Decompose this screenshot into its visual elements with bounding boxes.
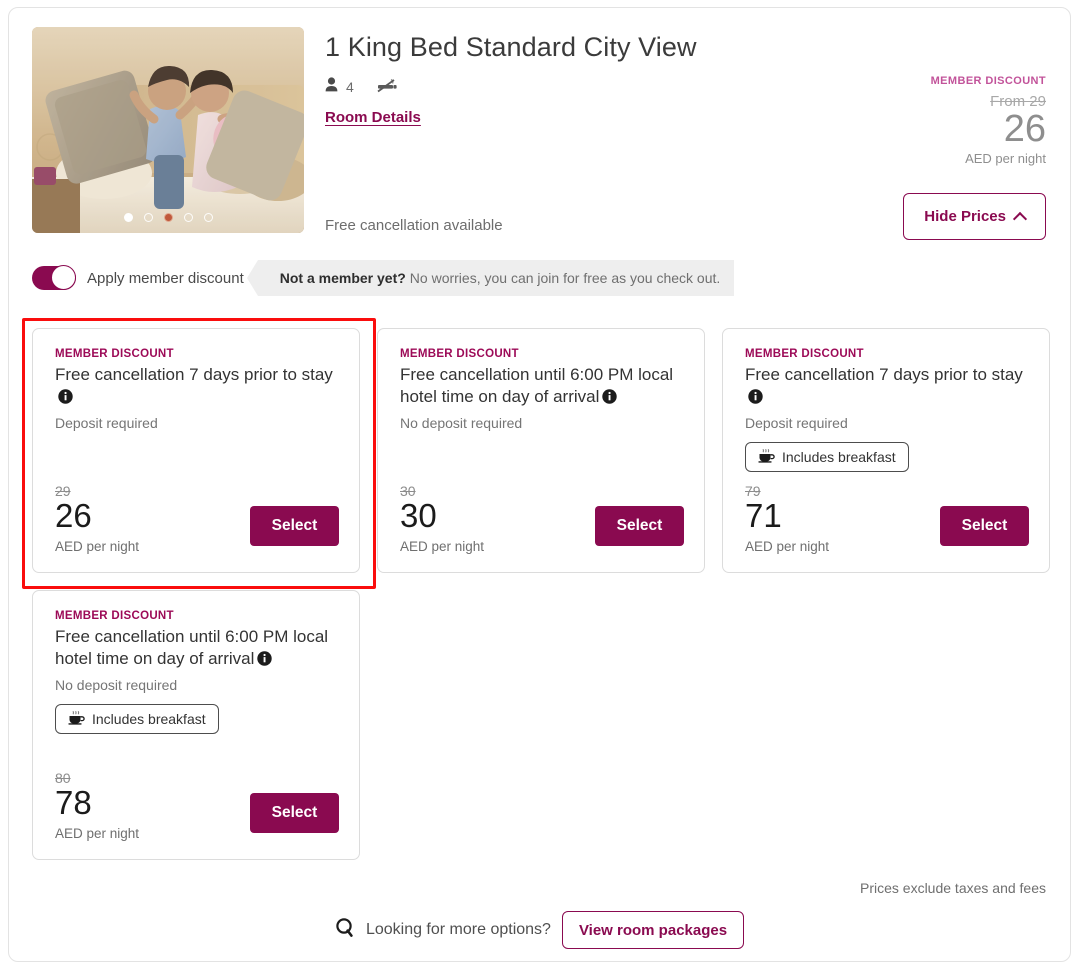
not-a-member-banner: Not a member yet? No worries, you can jo… [246, 260, 735, 296]
cancellation-policy-text: Free cancellation until 6:00 PM local ho… [400, 364, 684, 410]
free-cancellation-note: Free cancellation available [325, 217, 503, 234]
member-discount-label: MEMBER DISCOUNT [55, 348, 174, 360]
rate-price-block: 29 26 AED per night [55, 483, 139, 554]
member-discount-label: MEMBER DISCOUNT [55, 610, 174, 622]
prices-exclude-note: Prices exclude taxes and fees [860, 880, 1046, 896]
no-smoking-icon [376, 77, 398, 98]
coffee-cup-icon [758, 448, 775, 466]
carousel-dots[interactable] [32, 213, 304, 222]
rate-option-wrapper-4: MEMBER DISCOUNT Free cancellation until … [32, 590, 360, 860]
room-header: 1 King Bed Standard City View 4 Room Det… [9, 8, 1070, 248]
rate-option-wrapper-1: MEMBER DISCOUNT Free cancellation 7 days… [22, 318, 376, 589]
view-room-packages-button[interactable]: View room packages [561, 911, 745, 949]
includes-breakfast-badge: Includes breakfast [55, 704, 219, 734]
hide-prices-label: Hide Prices [924, 208, 1006, 225]
page-title: 1 King Bed Standard City View [325, 32, 697, 62]
search-icon [335, 917, 355, 943]
more-options-row: Looking for more options? View room pack… [9, 911, 1070, 949]
info-icon[interactable] [257, 650, 273, 672]
toggle-knob [51, 265, 76, 290]
rate-card[interactable]: MEMBER DISCOUNT Free cancellation until … [377, 328, 705, 573]
room-photo-image [32, 27, 304, 233]
deposit-note: Deposit required [55, 415, 158, 431]
discounted-price: 26 [55, 497, 92, 534]
hide-prices-button[interactable]: Hide Prices [903, 193, 1046, 240]
includes-breakfast-label: Includes breakfast [92, 711, 206, 727]
deposit-note: No deposit required [55, 677, 178, 693]
carousel-dot-4[interactable] [183, 213, 193, 222]
info-icon[interactable] [602, 388, 618, 410]
member-discount-row: Apply member discount Not a member yet? … [32, 260, 735, 296]
info-icon[interactable] [748, 388, 763, 410]
page-root: 1 King Bed Standard City View 4 Room Det… [0, 0, 1080, 969]
member-discount-label: MEMBER DISCOUNT [400, 348, 519, 360]
currency-note: AED per night [745, 539, 830, 554]
more-options-label: Looking for more options? [365, 921, 551, 938]
select-button[interactable]: Select [250, 793, 339, 833]
room-details-link[interactable]: Room Details [325, 109, 421, 126]
select-button[interactable]: Select [250, 506, 339, 546]
info-icon[interactable] [58, 388, 73, 410]
currency-note: AED per night [55, 539, 140, 554]
cancellation-policy-text: Free cancellation until 6:00 PM local ho… [55, 626, 339, 672]
banner-text: No worries, you can join for free as you… [409, 270, 721, 286]
rate-price-block: 79 71 AED per night [745, 483, 829, 554]
cancellation-policy-text: Free cancellation 7 days prior to stay [745, 364, 1029, 410]
includes-breakfast-label: Includes breakfast [782, 449, 896, 465]
rate-option-wrapper-3: MEMBER DISCOUNT Free cancellation 7 days… [722, 328, 1050, 573]
room-meta-row: 4 [325, 77, 925, 97]
discounted-price: 78 [55, 784, 92, 821]
rate-options-grid: MEMBER DISCOUNT Free cancellation 7 days… [22, 318, 1052, 860]
member-discount-label: MEMBER DISCOUNT [745, 348, 864, 360]
carousel-dot-2[interactable] [143, 213, 153, 222]
includes-breakfast-badge: Includes breakfast [745, 442, 909, 472]
summary-currency-note: AED per night [965, 151, 1046, 166]
carousel-dot-1[interactable] [123, 213, 133, 222]
rate-card[interactable]: MEMBER DISCOUNT Free cancellation 7 days… [32, 328, 360, 573]
apply-member-discount-toggle[interactable] [32, 265, 76, 290]
rate-card[interactable]: MEMBER DISCOUNT Free cancellation until … [32, 590, 360, 860]
summary-price-block: MEMBER DISCOUNT From 29 26 AED per night [846, 75, 1046, 166]
deposit-note: No deposit required [400, 415, 523, 431]
room-title-block: 1 King Bed Standard City View 4 Room Det… [325, 30, 925, 127]
rate-price-block: 30 30 AED per night [400, 483, 484, 554]
banner-bold-text: Not a member yet? [279, 270, 406, 286]
room-photo-carousel[interactable] [32, 27, 304, 233]
deposit-note: Deposit required [745, 415, 848, 431]
discounted-price: 30 [400, 497, 437, 534]
apply-member-discount-label: Apply member discount [87, 269, 244, 287]
carousel-dot-5[interactable] [203, 213, 213, 222]
carousel-dot-3[interactable] [163, 213, 173, 222]
room-card: 1 King Bed Standard City View 4 Room Det… [8, 7, 1071, 962]
select-button[interactable]: Select [595, 506, 684, 546]
cancellation-policy-text: Free cancellation 7 days prior to stay [55, 364, 339, 410]
currency-note: AED per night [55, 826, 140, 841]
summary-price: 26 [1003, 108, 1046, 150]
occupancy-count: 4 [346, 79, 354, 95]
currency-note: AED per night [400, 539, 485, 554]
rate-option-wrapper-2: MEMBER DISCOUNT Free cancellation until … [377, 328, 705, 573]
person-icon [325, 77, 338, 97]
select-button[interactable]: Select [940, 506, 1029, 546]
discounted-price: 71 [745, 497, 782, 534]
coffee-cup-icon [68, 710, 85, 728]
chevron-up-icon [1012, 211, 1028, 226]
summary-member-discount-label: MEMBER DISCOUNT [930, 75, 1046, 87]
rate-price-block: 80 78 AED per night [55, 770, 139, 841]
rate-card[interactable]: MEMBER DISCOUNT Free cancellation 7 days… [722, 328, 1050, 573]
